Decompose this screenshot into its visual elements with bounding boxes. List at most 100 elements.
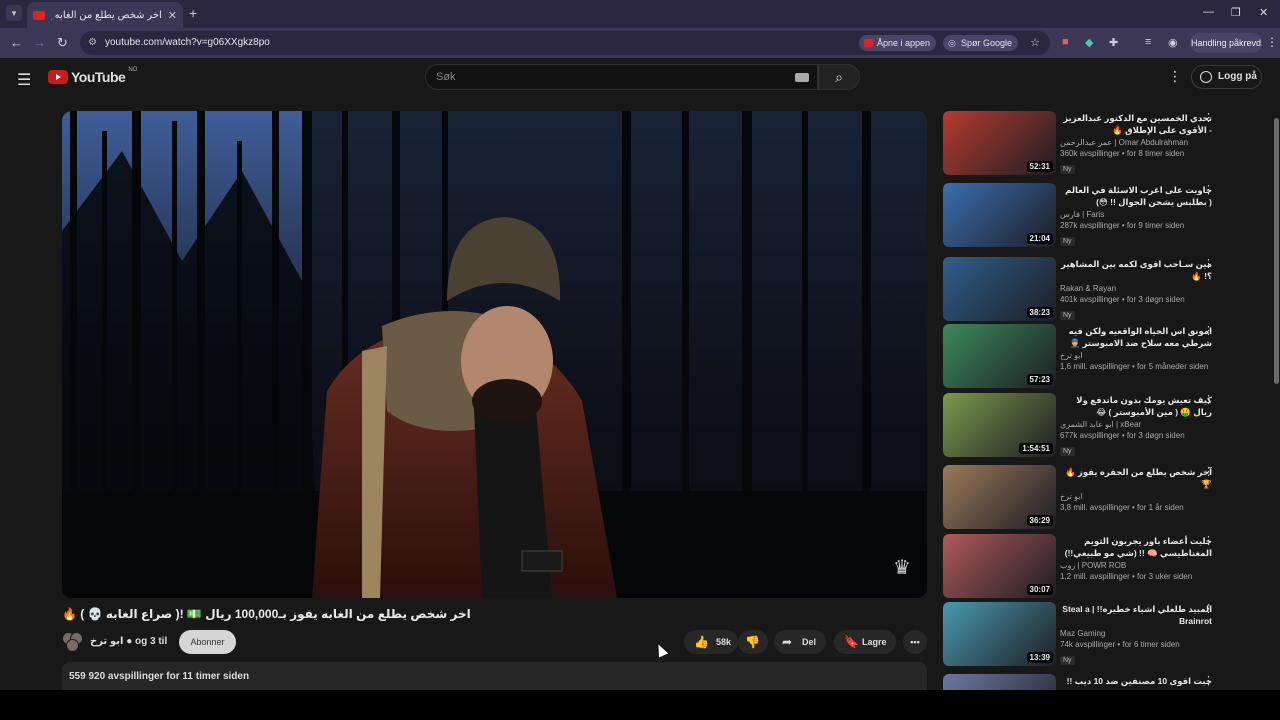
recommendation-menu-icon[interactable]: ⋮ bbox=[1203, 602, 1214, 615]
reload-icon[interactable]: ↻ bbox=[57, 35, 68, 51]
like-button[interactable]: 👍 58k bbox=[684, 630, 738, 654]
sign-in-button[interactable]: Logg på bbox=[1191, 65, 1262, 89]
more-actions-button[interactable]: ••• bbox=[903, 630, 927, 654]
recommendation-views: 360k avspillinger • for 8 timer siden bbox=[1060, 149, 1185, 158]
recommendation-title[interactable]: جبت اقوى 10 مصنفين ضد 10 ديب !! bbox=[1060, 675, 1212, 687]
recommendation-channel[interactable]: ابو ترخ bbox=[1060, 492, 1212, 501]
recommendation-item[interactable]: 36:29 آخر شخص يطلع من الحفره يفوز 🔥 🏆 ابو … bbox=[943, 465, 1273, 531]
recommendation-item[interactable]: 38:23 مين سـاحب اقوى لكمه بين المشاهير ؟!… bbox=[943, 257, 1273, 323]
recommendation-item[interactable]: 1:54:51 كيف تعيش يومك بدون ماتدفع ولا ريا… bbox=[943, 393, 1273, 459]
subscribe-button[interactable]: Abonner bbox=[179, 630, 236, 654]
duration-badge: 52:31 bbox=[1026, 161, 1053, 172]
channel-avatars[interactable] bbox=[62, 632, 84, 652]
video-thumbnail[interactable]: 52:31 bbox=[943, 111, 1056, 175]
share-button[interactable]: ➦ Del bbox=[774, 630, 826, 654]
recommendation-title[interactable]: جاوبت على اغرب الاسئلة في العالم ( بطلبس… bbox=[1060, 184, 1212, 208]
recommendation-menu-icon[interactable]: ⋮ bbox=[1203, 257, 1214, 270]
recommendation-item[interactable]: 30:07 خليت أعضاء باور يجربون الثويم المغن… bbox=[943, 534, 1273, 600]
recommendation-item[interactable]: 52:31 تحدي الخمسين مع الدكتور عبدالعزيز -… bbox=[943, 111, 1273, 177]
recommendation-channel[interactable]: ابو عابد الشمري | xBear bbox=[1060, 420, 1212, 429]
channel-name[interactable]: ابو ترخ ● og 3 til bbox=[90, 636, 167, 647]
dislike-button[interactable]: 👎 bbox=[738, 630, 768, 654]
video-frame bbox=[62, 111, 927, 598]
recommendation-menu-icon[interactable]: ⋮ bbox=[1203, 111, 1214, 124]
video-thumbnail[interactable]: 57:23 bbox=[943, 324, 1056, 388]
shield-icon[interactable]: ◆ bbox=[1085, 36, 1093, 49]
bookmark-star-icon[interactable]: ☆ bbox=[1030, 36, 1040, 49]
video-thumbnail[interactable]: 13:39 bbox=[943, 602, 1056, 666]
description-box[interactable]: 559 920 avspillinger for 11 timer siden bbox=[62, 662, 927, 690]
recommendation-title[interactable]: تحدي الخمسين مع الدكتور عبدالعزيز - الأق… bbox=[1060, 112, 1212, 136]
tab-close-icon[interactable]: ✕ bbox=[168, 9, 177, 22]
video-thumbnail[interactable]: 30:07 bbox=[943, 534, 1056, 598]
video-player[interactable] bbox=[62, 111, 927, 598]
recommendation-menu-icon[interactable]: ⋮ bbox=[1203, 183, 1214, 196]
browser-tab[interactable]: اخر شخص يطلع من الغابه يفوز ب... ✕ bbox=[27, 2, 183, 28]
maximize-button[interactable]: ❐ bbox=[1231, 6, 1241, 19]
keyboard-icon[interactable] bbox=[795, 73, 809, 82]
recommendation-title[interactable]: امونق اس الحياه الواقعيه ولكن فيه شرطي م… bbox=[1060, 325, 1212, 349]
video-thumbnail[interactable]: 36:29 bbox=[943, 465, 1056, 529]
recommendation-item[interactable]: 13:39 المبيد طلعلي اشياء خطيره!! | Steal … bbox=[943, 602, 1273, 668]
recommendation-menu-icon[interactable]: ⋮ bbox=[1203, 465, 1214, 478]
recommendation-channel[interactable]: عمر عبدالرحمن | Omar Abdulrahman bbox=[1060, 138, 1212, 147]
channel-watermark-icon[interactable]: ♛ bbox=[893, 555, 911, 580]
extensions-puzzle-icon[interactable]: ✚ bbox=[1109, 36, 1118, 49]
youtube-app-icon bbox=[864, 39, 873, 47]
recommendation-menu-icon[interactable]: ⋮ bbox=[1203, 534, 1214, 547]
action-required-button[interactable]: Handling påkrevd bbox=[1190, 33, 1262, 53]
close-window-button[interactable]: ✕ bbox=[1259, 6, 1268, 19]
duration-badge: 21:04 bbox=[1026, 233, 1053, 244]
recommendation-menu-icon[interactable]: ⋮ bbox=[1203, 674, 1214, 687]
search-input[interactable]: Søk bbox=[425, 64, 818, 90]
share-label: Del bbox=[802, 637, 817, 647]
video-thumbnail[interactable]: 21:04 bbox=[943, 183, 1056, 247]
profile-icon[interactable]: ◉ bbox=[1168, 36, 1178, 49]
ask-google-button[interactable]: ◎ Spør Google bbox=[943, 35, 1019, 51]
search-button[interactable]: ⌕ bbox=[818, 64, 860, 90]
recommendation-item[interactable]: جبت اقوى 10 مصنفين ضد 10 ديب !! ⋮ bbox=[943, 674, 1273, 690]
extension-red-icon[interactable]: ■ bbox=[1062, 36, 1069, 48]
forward-icon[interactable]: → bbox=[33, 35, 46, 50]
recommendation-title[interactable]: كيف تعيش يومك بدون ماتدفع ولا ريال 🤑 ( م… bbox=[1060, 394, 1212, 418]
site-settings-icon[interactable]: ⚙ bbox=[88, 37, 97, 48]
youtube-logo[interactable]: YouTube NO bbox=[48, 67, 137, 85]
video-thumbnail[interactable] bbox=[943, 674, 1056, 690]
address-bar[interactable]: ⚙ youtube.com/watch?v=g06XXgkz8po Åpne i… bbox=[80, 31, 1050, 55]
video-thumbnail[interactable]: 38:23 bbox=[943, 257, 1056, 321]
save-button[interactable]: 🔖 Lagre bbox=[834, 630, 896, 654]
duration-badge: 1:54:51 bbox=[1019, 443, 1053, 454]
recommendation-menu-icon[interactable]: ⋮ bbox=[1203, 393, 1214, 406]
recommendation-title[interactable]: المبيد طلعلي اشياء خطيره!! | Steal a Bra… bbox=[1060, 603, 1212, 627]
search-placeholder: Søk bbox=[436, 71, 456, 83]
recommendation-channel[interactable]: روب | POWR ROB bbox=[1060, 561, 1212, 570]
recommendation-channel[interactable]: فارس | Faris bbox=[1060, 210, 1212, 219]
browser-menu-icon[interactable]: ⋮ bbox=[1266, 35, 1278, 49]
thumbs-down-icon: 👎 bbox=[745, 635, 760, 649]
video-title: اخر شخص يطلع من الغابه يفوز بـ100,000 ري… bbox=[62, 607, 471, 621]
recommendation-menu-icon[interactable]: ⋮ bbox=[1203, 324, 1214, 337]
recommendation-item[interactable]: 21:04 جاوبت على اغرب الاسئلة في العالم ( … bbox=[943, 183, 1273, 249]
recommendation-channel[interactable]: Maz Gaming bbox=[1060, 629, 1212, 638]
minimize-button[interactable]: — bbox=[1203, 6, 1214, 18]
recommendation-item[interactable]: 57:23 امونق اس الحياه الواقعيه ولكن فيه ش… bbox=[943, 324, 1273, 390]
sign-in-label: Logg på bbox=[1218, 71, 1257, 82]
views-and-date: 559 920 avspillinger for 11 timer siden bbox=[69, 671, 250, 682]
new-badge: Ny bbox=[1060, 237, 1075, 246]
open-in-app-button[interactable]: Åpne i appen bbox=[859, 35, 937, 51]
recommendation-title[interactable]: آخر شخص يطلع من الحفره يفوز 🔥 🏆 bbox=[1060, 466, 1212, 490]
recommendation-title[interactable]: مين سـاحب اقوى لكمه بين المشاهير ؟! 🔥 bbox=[1060, 258, 1212, 282]
media-controls-icon[interactable]: ≡ bbox=[1145, 36, 1151, 48]
new-tab-button[interactable]: + bbox=[189, 5, 197, 21]
hamburger-menu-icon[interactable]: ☰ bbox=[17, 70, 31, 90]
tab-title: اخر شخص يطلع من الغابه يفوز ب... bbox=[51, 9, 162, 21]
video-thumbnail[interactable]: 1:54:51 bbox=[943, 393, 1056, 457]
scrollbar[interactable] bbox=[1274, 118, 1279, 384]
recommendation-channel[interactable]: ابو ترخ bbox=[1060, 351, 1212, 360]
recommendation-channel[interactable]: Rakan & Rayan bbox=[1060, 284, 1212, 293]
recommendation-meta: تحدي الخمسين مع الدكتور عبدالعزيز - الأق… bbox=[1060, 112, 1212, 176]
recommendation-title[interactable]: خليت أعضاء باور يجربون الثويم المغناطيسي… bbox=[1060, 535, 1212, 559]
tab-search-icon[interactable]: ▾ bbox=[6, 5, 22, 21]
back-icon[interactable]: ← bbox=[10, 35, 23, 50]
settings-menu-icon[interactable]: ⋮ bbox=[1168, 68, 1182, 85]
